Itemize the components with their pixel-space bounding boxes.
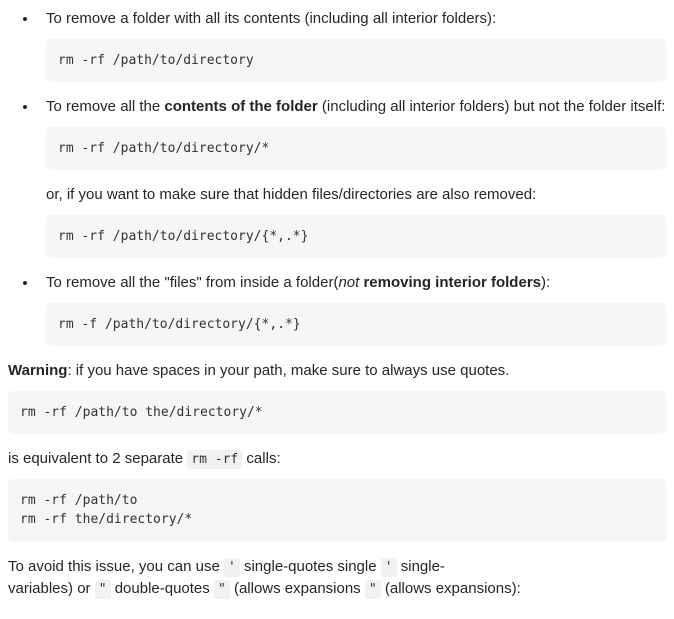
code: rm -rf /path/to/directory/{*,.*} — [58, 229, 308, 244]
warning-label: Warning — [8, 362, 67, 379]
list-item: To remove all the "files" from inside a … — [38, 272, 666, 346]
item-or-text: or, if you want to make sure that hidden… — [46, 184, 666, 207]
bold-text: contents of the folder — [164, 98, 317, 115]
item-text: To remove all the "files" from inside a … — [46, 272, 666, 295]
inline-code: " — [365, 580, 381, 599]
code: rm -rf /path/to the/directory/* — [20, 405, 263, 420]
text: single — [337, 558, 380, 575]
code-block: rm -f /path/to/directory/{*,.*} — [46, 303, 666, 347]
warning-text: : if you have spaces in your path, make … — [67, 362, 509, 379]
inline-code: ' — [381, 558, 397, 577]
list-item: To remove a folder with all its contents… — [38, 8, 666, 82]
italic-text: not — [338, 274, 359, 291]
text: ): — [541, 274, 550, 291]
code: rm -rf /path/to/directory/* — [58, 141, 269, 156]
avoid-paragraph: To avoid this issue, you can use ' singl… — [8, 556, 666, 601]
inline-code: " — [95, 580, 111, 599]
code: rm -rf /path/to rm -rf the/directory/* — [20, 493, 192, 528]
inline-code: ' — [224, 558, 240, 577]
text: (allows expansions — [230, 580, 365, 597]
list-item: To remove all the contents of the folder… — [38, 96, 666, 258]
code-block: rm -rf /path/to/directory — [46, 39, 666, 83]
item-text: To remove a folder with all its contents… — [46, 8, 666, 31]
inline-code: rm -rf — [187, 450, 242, 469]
text: (allows expansions): — [381, 580, 521, 597]
text: To remove all the — [46, 98, 164, 115]
code: rm -f /path/to/directory/{*,.*} — [58, 317, 301, 332]
code-block: rm -rf /path/to/directory/* — [46, 127, 666, 171]
item-text: To remove all the contents of the folder… — [46, 96, 666, 119]
code-block: rm -rf /path/to the/directory/* — [8, 391, 666, 435]
code-block: rm -rf /path/to/directory/{*,.*} — [46, 215, 666, 259]
text: variables) or — [8, 580, 95, 597]
text: calls: — [242, 450, 280, 467]
inline-code: " — [214, 580, 230, 599]
code: rm -rf /path/to/directory — [58, 53, 254, 68]
equiv-paragraph: is equivalent to 2 separate rm -rf calls… — [8, 448, 666, 471]
code-block: rm -rf /path/to rm -rf the/directory/* — [8, 479, 666, 542]
text: (including all interior folders) but not… — [318, 98, 666, 115]
warning-paragraph: Warning: if you have spaces in your path… — [8, 360, 666, 383]
text: double-quotes — [111, 580, 214, 597]
bold-text: removing interior folders — [359, 274, 541, 291]
text: is equivalent to 2 separate — [8, 450, 187, 467]
text: single-quotes — [240, 558, 333, 575]
text: single- — [397, 558, 445, 575]
text: To avoid this issue, you can use — [8, 558, 224, 575]
instruction-list: To remove a folder with all its contents… — [8, 8, 666, 346]
text: To remove all the "files" from inside a … — [46, 274, 338, 291]
